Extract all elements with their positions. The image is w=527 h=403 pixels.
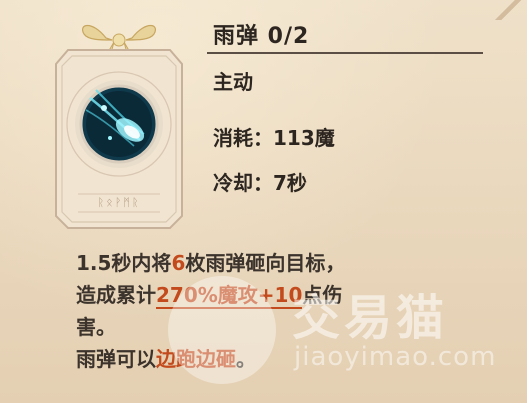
desc-line-4: 雨弹可以边跑边砸。 bbox=[76, 343, 456, 375]
desc-line-2: 造成累计270%魔攻+10点伤 bbox=[76, 279, 456, 311]
bullet-count: 6 bbox=[171, 251, 186, 275]
damage-formula: 270%魔攻+10 bbox=[156, 283, 303, 309]
move-while-casting: 边跑边砸 bbox=[156, 347, 236, 371]
desc-line-1: 1.5秒内将6枚雨弹砸向目标， bbox=[76, 247, 456, 279]
skill-description: 1.5秒内将6枚雨弹砸向目标， 造成累计270%魔攻+10点伤 害。 雨弹可以边… bbox=[76, 247, 456, 375]
corner-decoration bbox=[493, 0, 527, 20]
title-divider bbox=[207, 52, 483, 54]
cooldown: 冷却：7秒 bbox=[213, 171, 307, 195]
skill-card: ᚱᛟᚹᛗᚱ bbox=[48, 20, 190, 230]
desc-text: 。 bbox=[236, 347, 256, 371]
mana-cost: 消耗：113魔 bbox=[213, 126, 335, 150]
skill-title-row: 雨弹 0/2 bbox=[213, 18, 309, 50]
skill-tooltip-panel: ᚱᛟᚹᛗᚱ 雨弹 0/2 主动 消耗：113魔 冷却：7秒 1.5秒内将6枚雨弹… bbox=[0, 0, 527, 403]
desc-text: 点伤 bbox=[302, 283, 343, 307]
rain-bullet-icon bbox=[71, 76, 167, 172]
skill-name: 雨弹 0/2 bbox=[213, 24, 310, 49]
desc-text: 枚雨弹砸向目标， bbox=[185, 251, 346, 275]
desc-line-3: 害。 bbox=[76, 315, 116, 339]
desc-text: 雨弹可以 bbox=[76, 347, 156, 371]
desc-text: 1.5秒内将 bbox=[76, 251, 172, 275]
desc-text: 造成累计 bbox=[76, 283, 156, 307]
card-rune-text: ᚱᛟᚹᛗᚱ bbox=[97, 196, 141, 209]
skill-type: 主动 bbox=[213, 70, 253, 94]
